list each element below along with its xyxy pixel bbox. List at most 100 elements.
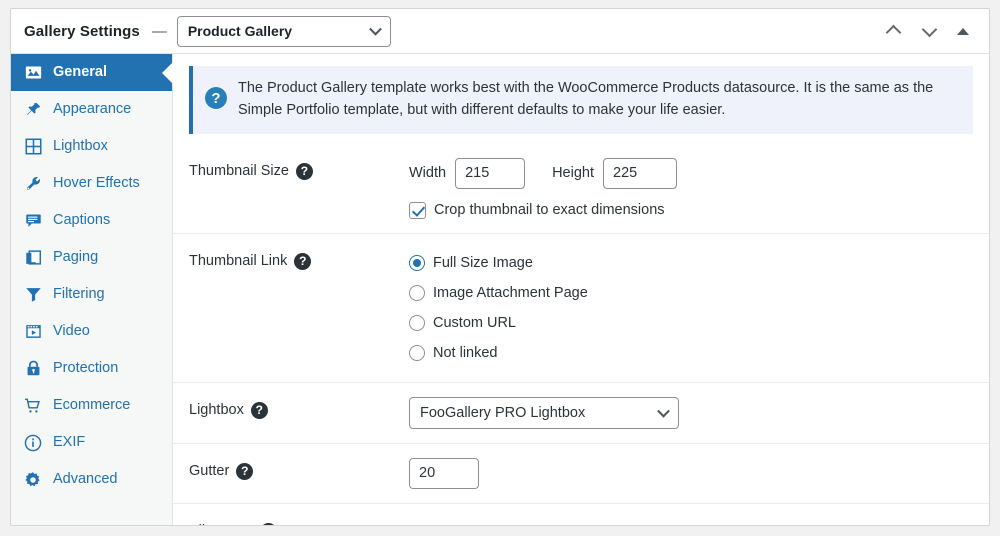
chevron-down-icon [657,404,670,418]
lightbox-field: FooGallery PRO Lightbox [407,396,973,429]
gallery-template-value: Product Gallery [187,23,293,39]
move-down-button[interactable] [921,21,941,41]
radio-button[interactable] [409,314,425,331]
sidebar-item-label: Advanced [53,471,118,488]
alignment-label-group: Alignment ? [189,518,407,525]
radio-label: Right [603,525,637,526]
height-label: Height [552,165,594,182]
row-thumbnail-link: Thumbnail Link ? Full Size Image Image A… [173,232,989,382]
alignment-label: Alignment [189,523,253,525]
video-icon [23,322,43,342]
pages-icon [23,248,43,268]
sidebar-item-label: Filtering [53,286,105,303]
chevron-down-icon [368,22,382,36]
sidebar-item-filtering[interactable]: Filtering [11,276,172,313]
radio-button[interactable] [409,284,425,301]
gallery-template-select[interactable]: Product Gallery [176,15,391,47]
sidebar-item-advanced[interactable]: Advanced [11,461,172,498]
thumbnail-height-input[interactable] [603,157,677,189]
thumbnail-dimension-inputs: Width Height [409,157,973,189]
help-icon[interactable]: ? [250,401,268,419]
sidebar-item-video[interactable]: Video [11,313,172,350]
chevron-down-icon [921,21,938,38]
gutter-input[interactable] [409,457,479,489]
lightbox-value: FooGallery PRO Lightbox [420,404,586,421]
alignment-radio-group: Left Center Right [409,518,973,526]
sidebar-item-label: Hover Effects [53,175,140,192]
question-circle-icon: ? [205,87,227,109]
help-icon[interactable]: ? [295,162,313,180]
cart-icon [23,396,43,416]
sidebar-item-hover-effects[interactable]: Hover Effects [11,165,172,202]
crop-thumbnail-checkbox[interactable] [409,201,426,219]
sidebar-item-lightbox[interactable]: Lightbox [11,128,172,165]
sidebar-item-label: EXIF [53,434,86,451]
sidebar-item-label: Captions [53,212,111,229]
image-icon [23,63,43,83]
panel-header: Gallery Settings — Product Gallery [11,9,989,54]
thumbnail-size-label: Thumbnail Size [189,163,289,180]
lightbox-label: Lightbox [189,402,244,419]
crop-thumbnail-label: Crop thumbnail to exact dimensions [434,202,665,219]
radio-align-right[interactable]: Right [578,518,637,526]
settings-sidebar: General Appearance Lightbox Hover Effect… [11,54,173,525]
move-up-button[interactable] [885,21,905,41]
thumbnail-link-label-group: Thumbnail Link ? [189,248,407,270]
radio-align-center[interactable]: Center [484,518,552,525]
sidebar-item-general[interactable]: General [11,54,172,91]
sidebar-item-label: Ecommerce [53,397,131,414]
lightbox-label-group: Lightbox ? [189,397,407,419]
title-separator: — [151,22,167,40]
crop-thumbnail-checkbox-row[interactable]: Crop thumbnail to exact dimensions [409,201,973,219]
wrench-icon [23,174,43,194]
radio-not-linked[interactable]: Not linked [409,338,973,368]
help-icon[interactable]: ? [260,522,278,525]
collapse-panel-button[interactable] [957,27,969,35]
radio-button[interactable] [409,344,425,361]
radio-full-size-image[interactable]: Full Size Image [409,248,973,278]
help-icon[interactable]: ? [236,462,254,480]
comment-icon [23,211,43,231]
sidebar-item-label: Paging [53,249,99,266]
chevron-up-icon [885,24,902,41]
sidebar-item-label: General [53,64,107,81]
sidebar-item-appearance[interactable]: Appearance [11,91,172,128]
radio-button[interactable] [409,254,425,271]
radio-button[interactable] [578,524,595,525]
radio-label: Left [433,525,457,526]
template-info-notice: ? The Product Gallery template works bes… [189,66,973,134]
sidebar-item-label: Lightbox [53,138,108,155]
gear-icon [23,470,43,490]
thumbnail-link-label: Thumbnail Link [189,253,288,270]
row-thumbnail-size: Thumbnail Size ? Width Height Crop thumb… [173,144,989,233]
sidebar-item-label: Protection [53,360,119,377]
radio-button[interactable] [409,524,425,525]
radio-label: Full Size Image [433,254,533,271]
sidebar-item-label: Video [53,323,90,340]
page-title: Gallery Settings [24,22,140,40]
thumbnail-link-field: Full Size Image Image Attachment Page Cu… [407,248,973,368]
radio-custom-url[interactable]: Custom URL [409,308,973,338]
radio-label: Custom URL [433,314,516,331]
notice-wrapper: ? The Product Gallery template works bes… [173,54,989,144]
sidebar-item-ecommerce[interactable]: Ecommerce [11,387,172,424]
header-actions [885,21,977,41]
radio-image-attachment-page[interactable]: Image Attachment Page [409,278,973,308]
row-alignment: Alignment ? Left Center [173,502,989,526]
settings-content: ? The Product Gallery template works bes… [173,54,989,526]
radio-button[interactable] [484,524,501,525]
sidebar-item-captions[interactable]: Captions [11,202,172,239]
thumbnail-width-input[interactable] [455,157,526,189]
sidebar-item-paging[interactable]: Paging [11,239,172,276]
sidebar-item-protection[interactable]: Protection [11,350,172,387]
notice-text: The Product Gallery template works best … [238,80,934,119]
radio-label: Not linked [433,344,498,361]
help-icon[interactable]: ? [294,252,312,270]
sidebar-item-label: Appearance [53,101,132,118]
radio-align-left[interactable]: Left [409,518,457,526]
gutter-field [407,457,973,489]
sidebar-item-exif[interactable]: EXIF [11,424,172,461]
radio-label: Image Attachment Page [433,284,588,301]
lightbox-select[interactable]: FooGallery PRO Lightbox [409,396,679,429]
info-icon [23,433,43,453]
